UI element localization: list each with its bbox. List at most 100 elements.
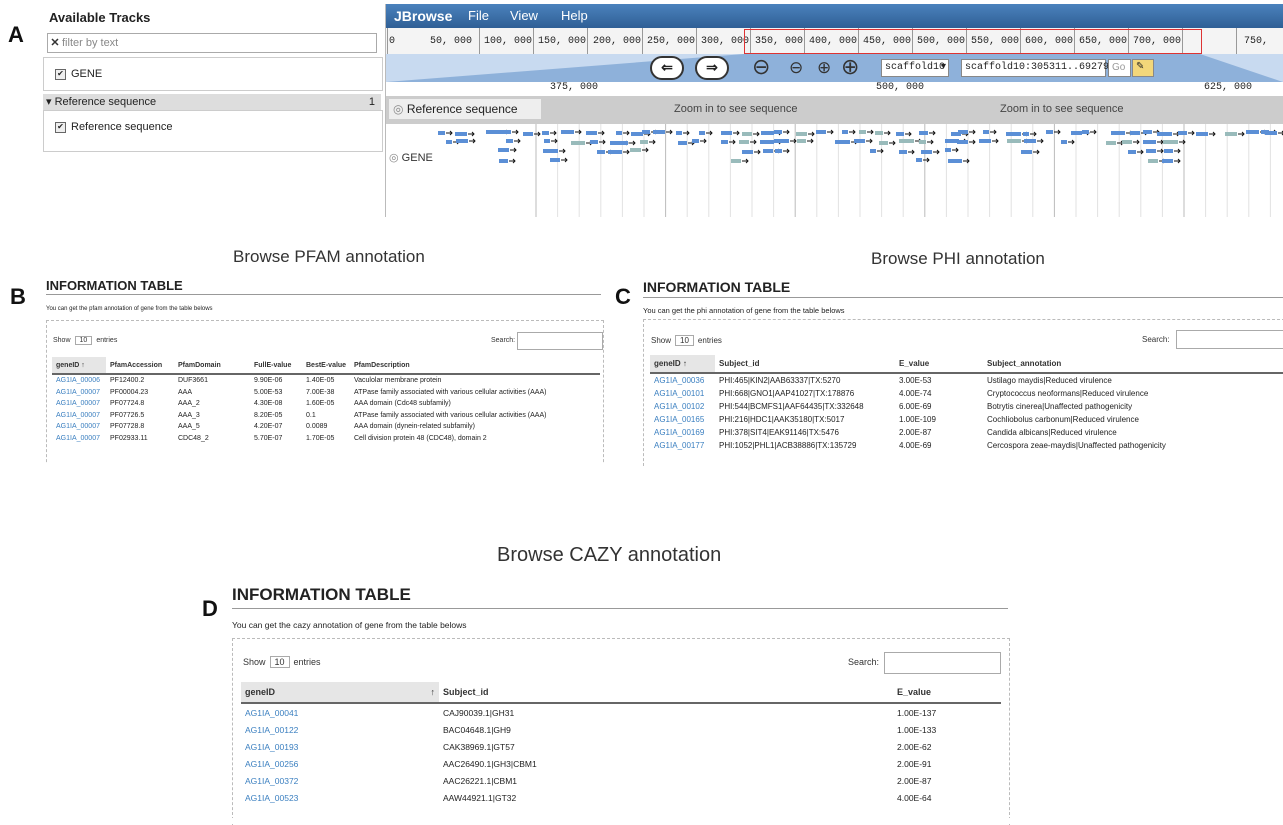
category-header-reference[interactable]: ▾ Reference sequence 1 [43, 94, 381, 110]
header-label: geneID [654, 359, 681, 368]
gene-link[interactable]: AG1IA_00007 [52, 421, 106, 433]
pfam-caption: Browse PFAM annotation [233, 247, 425, 266]
table-cell: PHI:1052|PHL1|ACB38886|TX:135729 [719, 441, 857, 450]
strand-arrow-icon [534, 131, 541, 137]
table-cell: Cochliobolus carbonum|Reduced virulence [987, 415, 1139, 424]
clear-filter-icon[interactable]: ✕ [48, 34, 62, 52]
gene-link[interactable]: AG1IA_00102 [650, 400, 715, 413]
track-item-reference[interactable]: ✔ Reference sequence [55, 121, 173, 133]
gene-link[interactable]: AG1IA_00169 [650, 426, 715, 439]
column-header-subject-id[interactable]: Subject_id [715, 355, 895, 374]
zoom-out-large-button[interactable]: ⊖ [752, 54, 770, 80]
column-header-pfamdomain[interactable]: PfamDomain [174, 357, 250, 375]
gene-link[interactable]: AG1IA_00006 [52, 374, 106, 387]
gene-link[interactable]: AG1IA_00036 [650, 373, 715, 387]
table-cell: 0.0089 [306, 423, 328, 431]
gene-link[interactable]: AG1IA_00007 [52, 387, 106, 399]
location-input[interactable]: scaffold10:305311..69279 [961, 59, 1109, 77]
gene-link[interactable]: AG1IA_00256 [241, 755, 439, 772]
detail-ruler: 375, 000 500, 000 625, 000 [386, 82, 1283, 96]
menu-help[interactable]: Help [561, 4, 588, 28]
cazy-search-input[interactable] [884, 652, 1001, 674]
pan-right-button[interactable]: ⇒ [695, 56, 729, 80]
gene-link[interactable]: AG1IA_00122 [241, 721, 439, 738]
strand-arrow-icon [623, 130, 630, 136]
column-header-subject-id[interactable]: Subject_id [439, 682, 893, 704]
gene-features[interactable] [386, 126, 1283, 206]
column-header-fullevalue[interactable]: FullE-value [250, 357, 302, 375]
table-cell: 5.00E-53 [254, 388, 283, 396]
zoom-in-button[interactable]: ⊕ [817, 58, 831, 78]
strand-arrow-icon [509, 158, 516, 164]
menu-file[interactable]: File [468, 4, 489, 28]
viewport-highlight-box[interactable] [744, 29, 1202, 54]
reference-sequence-track: ◎ Reference sequence Zoom in to see sequ… [386, 96, 1283, 124]
show-label: Show [651, 336, 672, 345]
column-header-geneid[interactable]: geneID ↑ [650, 355, 715, 374]
table-cell: Botrytis cinerea|Unaffected pathogenicit… [987, 402, 1133, 411]
column-header-pfamdescription[interactable]: PfamDescription [350, 357, 600, 375]
reference-select[interactable]: scaffold10 ▾ [881, 59, 949, 77]
ruler-tick: 100, 000 [484, 36, 533, 47]
column-header-e-value[interactable]: E_value [893, 682, 1001, 704]
strand-arrow-icon [598, 130, 605, 136]
column-header-bestevalue[interactable]: BestE-value [302, 357, 350, 375]
gene-link[interactable]: AG1IA_00372 [241, 772, 439, 789]
gene-link[interactable]: AG1IA_00523 [241, 789, 439, 806]
table-row: AG1IA_00007 PF00004.23 AAA 5.00E-53 7.00E-38… [52, 387, 600, 399]
gene-feature [1164, 149, 1173, 153]
column-header-e-value[interactable]: E_value [895, 355, 983, 374]
zoom-out-icon: ⊖ [789, 58, 804, 77]
zoom-in-large-button[interactable]: ⊕ [841, 54, 859, 80]
phi-search-input[interactable] [1176, 330, 1283, 349]
gene-feature [1143, 140, 1156, 144]
gene-link[interactable]: AG1IA_00193 [241, 738, 439, 755]
gene-feature [948, 159, 962, 163]
strand-arrow-icon [1209, 131, 1216, 137]
zoom-out-button[interactable]: ⊖ [789, 58, 803, 78]
gene-link[interactable]: AG1IA_00007 [52, 398, 106, 410]
gene-feature [523, 132, 533, 136]
track-filter-input[interactable]: ✕ filter by text [47, 33, 377, 53]
gene-feature [498, 148, 509, 152]
checkbox-icon[interactable]: ✔ [55, 121, 66, 133]
gene-link[interactable]: AG1IA_00101 [650, 387, 715, 400]
strand-arrow-icon [550, 130, 557, 136]
column-header-pfamaccession[interactable]: PfamAccession [106, 357, 174, 375]
close-track-icon[interactable]: ◎ [393, 102, 403, 116]
gene-link[interactable]: AG1IA_00041 [241, 703, 439, 721]
tracks-title: Available Tracks [49, 10, 151, 25]
checkbox-icon[interactable]: ✔ [55, 68, 66, 80]
track-area[interactable]: ◎ Reference sequence Zoom in to see sequ… [386, 96, 1283, 217]
column-header-geneid[interactable]: geneID ↑ [241, 682, 439, 704]
strand-arrow-icon [790, 138, 797, 144]
menu-view[interactable]: View [510, 4, 538, 28]
highlight-button[interactable]: ✎ [1132, 59, 1154, 77]
pfam-show-entries[interactable]: Show 10 entries [53, 336, 117, 345]
strand-arrow-icon [889, 140, 896, 146]
table-row: AG1IA_00006 PF12400.2 DUF3661 9.90E-06 1.40E… [52, 374, 600, 387]
gene-link[interactable]: AG1IA_00007 [52, 433, 106, 445]
pfam-search-input[interactable] [517, 332, 603, 350]
table-cell: 7.00E-38 [306, 388, 335, 396]
entries-select[interactable]: 10 [269, 656, 290, 668]
table-cell: PF02933.11 [110, 434, 148, 442]
cazy-show-entries[interactable]: Show 10 entries [243, 656, 321, 668]
gene-link[interactable]: AG1IA_00165 [650, 413, 715, 426]
column-header-subject-annotation[interactable]: Subject_annotation [983, 355, 1283, 374]
go-button[interactable]: Go [1108, 59, 1131, 77]
entries-select[interactable]: 10 [675, 335, 694, 346]
reference-track-label[interactable]: ◎ Reference sequence [389, 99, 541, 119]
gene-link[interactable]: AG1IA_00007 [52, 410, 106, 422]
table-cell: PHI:668|GNO1|AAP41027|TX:178876 [719, 389, 855, 398]
gene-link[interactable]: AG1IA_00177 [650, 439, 715, 452]
phi-show-entries[interactable]: Show 10 entries [651, 335, 722, 346]
entries-select[interactable]: 10 [74, 336, 93, 345]
table-cell: 4.00E-64 [897, 792, 932, 803]
gene-feature [455, 132, 467, 136]
track-item-gene[interactable]: ✔ GENE [55, 68, 102, 80]
column-header-geneid[interactable]: geneID ↑ [52, 357, 106, 375]
pan-left-button[interactable]: ⇐ [650, 56, 684, 80]
strand-arrow-icon [992, 138, 999, 144]
gene-feature [816, 130, 826, 134]
